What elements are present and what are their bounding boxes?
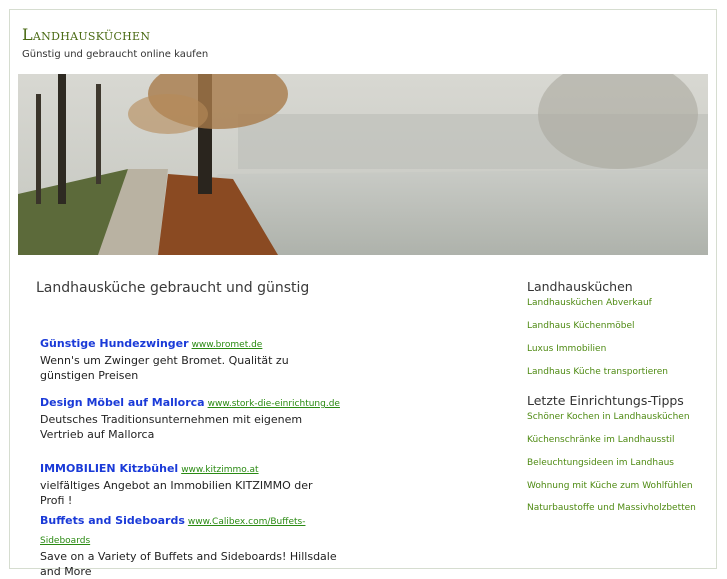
sidebar-link[interactable]: Luxus Immobilien	[527, 344, 606, 354]
ad-description: Wenn's um Zwinger geht Bromet. Qualität …	[40, 354, 289, 382]
ad-description: Save on a Variety of Buffets and Sideboa…	[40, 550, 337, 578]
sidebar-link[interactable]: Beleuchtungsideen im Landhaus	[527, 458, 674, 468]
sidebar-link[interactable]: Wohnung mit Küche zum Wohlfühlen	[527, 481, 693, 491]
ad-title-link[interactable]: IMMOBILIEN Kitzbühel	[40, 462, 178, 475]
ad-title-link[interactable]: Günstige Hundezwinger	[40, 337, 189, 350]
ad-description: Deutsches Traditionsunternehmen mit eige…	[40, 413, 303, 441]
ad-item: Design Möbel auf Mallorca www.stork-die-e…	[40, 391, 340, 442]
sidebar-link[interactable]: Naturbaustoffe und Massivholzbetten	[527, 503, 696, 513]
sidebar-link[interactable]: Küchenschränke im Landhausstil	[527, 435, 675, 445]
sidebar-link[interactable]: Landhaus Küche transportieren	[527, 367, 668, 377]
sidebar-link[interactable]: Schöner Kochen in Landhausküchen	[527, 412, 690, 422]
ad-item: Günstige Hundezwinger www.bromet.de Wenn'…	[40, 332, 340, 383]
header-banner-image	[18, 74, 708, 255]
ad-url-link[interactable]: www.bromet.de	[192, 340, 263, 350]
ad-url-link[interactable]: www.kitzimmo.at	[181, 465, 258, 475]
ad-description: vielfältiges Angebot an Immobilien KITZI…	[40, 479, 313, 507]
site-tagline: Günstig und gebraucht online kaufen	[22, 49, 209, 60]
ad-url-link[interactable]: www.stork-die-einrichtung.de	[208, 399, 340, 409]
site-title[interactable]: Landhausküchen	[22, 25, 150, 44]
ad-item: IMMOBILIEN Kitzbühel www.kitzimmo.at viel…	[40, 457, 340, 508]
ad-item: Buffets and Sideboards www.Calibex.com/Bu…	[40, 509, 340, 579]
sidebar-heading-tipps: Letzte Einrichtungs-Tipps	[527, 393, 684, 408]
main-heading: Landhausküche gebraucht und günstig	[36, 280, 310, 296]
sidebar-link[interactable]: Landhausküchen Abverkauf	[527, 298, 652, 308]
ad-title-link[interactable]: Design Möbel auf Mallorca	[40, 396, 205, 409]
sidebar-link[interactable]: Landhaus Küchenmöbel	[527, 321, 635, 331]
ad-title-link[interactable]: Buffets and Sideboards	[40, 514, 185, 527]
sidebar-heading-kuechen: Landhausküchen	[527, 279, 633, 294]
